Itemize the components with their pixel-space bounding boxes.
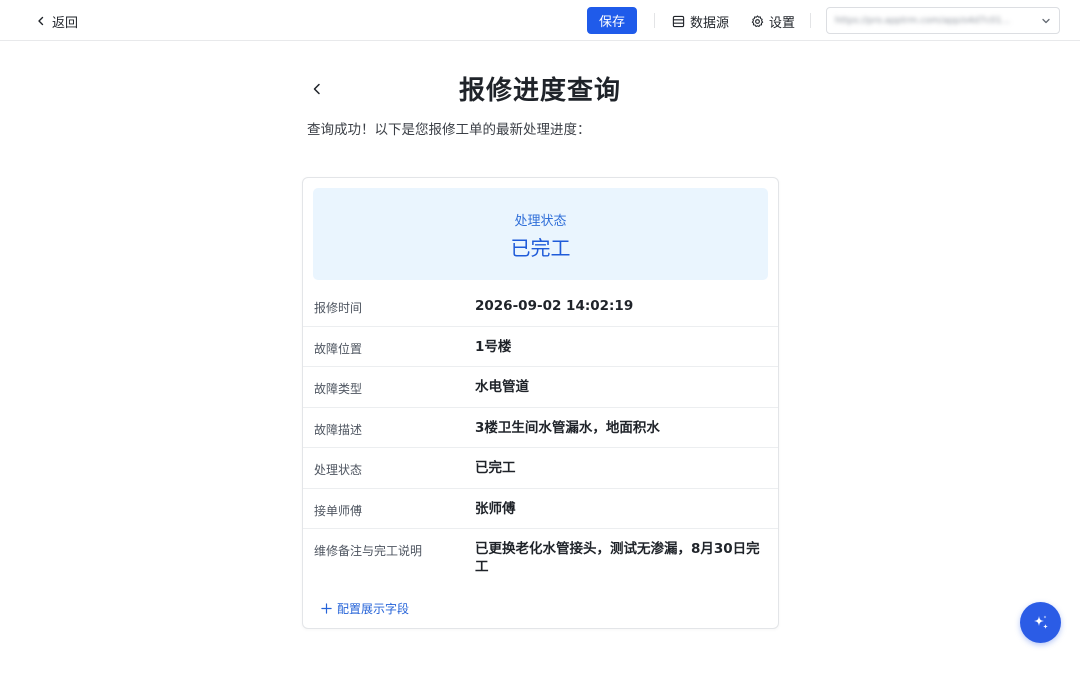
app-url-select[interactable]: https://pro.apptrm.com/app/o4d7c01... (826, 7, 1060, 34)
detail-label: 接单师傅 (314, 503, 363, 518)
detail-label: 故障位置 (314, 341, 363, 356)
page-subtitle: 查询成功！以下是您报修工单的最新处理进度： (307, 122, 591, 138)
top-toolbar: 返回 保存 数据源 设置 https://pro.apptrm.com/app/… (0, 0, 1080, 41)
detail-row-status: 处理状态 已完工 (303, 448, 778, 489)
configure-fields-label: 配置展示字段 (337, 602, 410, 616)
plus-icon (321, 603, 332, 614)
gear-icon (751, 14, 764, 27)
detail-value: 1号楼 (475, 338, 512, 355)
detail-row-report-time: 报修时间 2026-09-02 14:02:19 (303, 286, 778, 327)
detail-value: 2026-09-02 14:02:19 (475, 298, 634, 314)
detail-value: 已更换老化水管接头，测试无渗漏，8月30日完工 (475, 541, 760, 575)
detail-value: 张师傅 (475, 500, 516, 517)
detail-row-location: 故障位置 1号楼 (303, 327, 778, 367)
result-card: 处理状态 已完工 报修时间 2026-09-02 14:02:19 故障位置 1… (302, 177, 779, 629)
database-icon (672, 15, 685, 27)
datasource-button[interactable]: 数据源 (672, 11, 729, 31)
status-banner-label: 处理状态 (514, 214, 567, 229)
app-url-value: https://pro.apptrm.com/app/o4d7c01... (835, 15, 1011, 26)
detail-row-fault-type: 故障类型 水电管道 (303, 367, 778, 408)
detail-label: 故障类型 (314, 382, 363, 396)
toolbar-divider (654, 13, 655, 28)
detail-value: 3楼卫生间水管漏水，地面积水 (475, 419, 660, 436)
sparkle-icon (1033, 615, 1048, 629)
toolbar-divider (810, 13, 811, 28)
detail-value: 已完工 (475, 460, 516, 476)
detail-value: 水电管道 (475, 379, 529, 395)
save-button[interactable]: 保存 (587, 7, 637, 34)
detail-label: 维修备注与完工说明 (314, 544, 423, 558)
back-button[interactable]: 返回 (36, 11, 78, 31)
detail-row-description: 故障描述 3楼卫生间水管漏水，地面积水 (303, 408, 778, 448)
back-label: 返回 (52, 15, 79, 31)
detail-label: 报修时间 (314, 301, 363, 315)
status-banner-value: 已完工 (510, 236, 571, 260)
status-banner: 处理状态 已完工 (313, 188, 768, 280)
datasource-label: 数据源 (690, 15, 730, 31)
detail-row-technician: 接单师傅 张师傅 (303, 489, 778, 529)
chevron-left-icon (38, 16, 44, 26)
ai-assistant-button[interactable] (1020, 602, 1061, 643)
settings-button[interactable]: 设置 (751, 11, 795, 31)
detail-row-remarks: 维修备注与完工说明 已更换老化水管接头，测试无渗漏，8月30日完工 (303, 529, 778, 586)
page-title: 报修进度查询 (458, 76, 621, 106)
chevron-down-icon (1042, 18, 1050, 23)
settings-label: 设置 (769, 15, 796, 31)
detail-list: 报修时间 2026-09-02 14:02:19 故障位置 1号楼 故障类型 水… (303, 286, 778, 586)
detail-label: 故障描述 (314, 422, 363, 437)
detail-label: 处理状态 (314, 463, 363, 477)
configure-fields-link[interactable]: 配置展示字段 (321, 600, 409, 617)
